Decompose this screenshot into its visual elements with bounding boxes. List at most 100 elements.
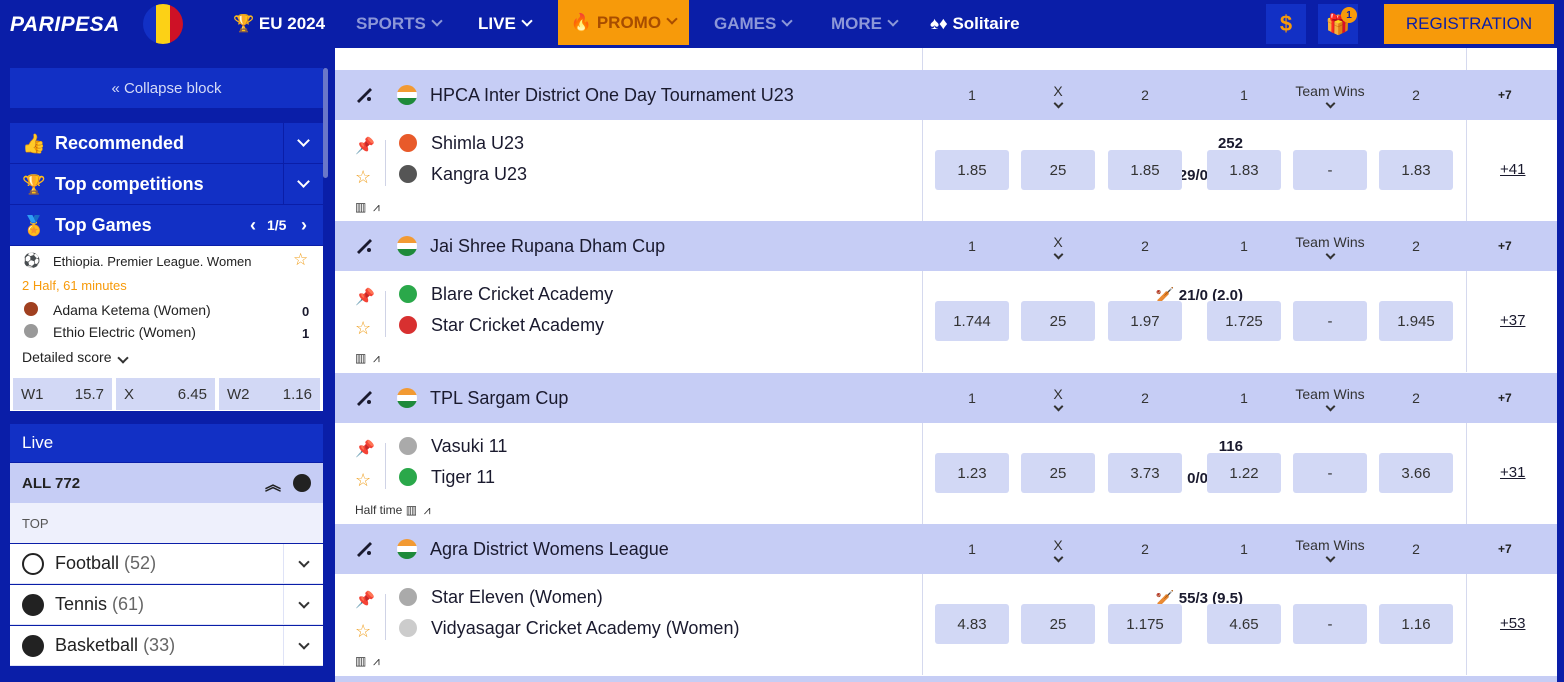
more-markets-count[interactable]: +7 <box>1498 88 1512 102</box>
line-chart-icon[interactable]: ⩘ <box>373 200 380 214</box>
top-competitions-section[interactable]: 🏆 Top competitions <box>10 164 323 204</box>
country-flag-icon[interactable] <box>143 4 183 44</box>
expand-button[interactable] <box>283 585 323 625</box>
sport-item-basketball[interactable]: Basketball (33) <box>10 626 323 666</box>
collapse-up-icon[interactable]: ︽ <box>265 471 281 495</box>
odd-button[interactable]: 3.73 <box>1108 453 1182 493</box>
expand-button[interactable] <box>283 544 323 584</box>
sport-item-football[interactable]: Football (52) <box>10 544 323 584</box>
more-markets-count[interactable]: +7 <box>1498 391 1512 405</box>
odd-button[interactable]: - <box>1293 150 1367 190</box>
bar-chart-icon[interactable]: ▥ <box>355 351 366 365</box>
next-arrow-icon[interactable]: › <box>301 215 307 236</box>
odd-button[interactable]: 25 <box>1021 150 1095 190</box>
match-row[interactable]: 📌 ☆ Blare Cricket Academy Star Cricket A… <box>335 271 1557 372</box>
team2-name[interactable]: Tiger 11 <box>431 467 495 488</box>
sport-item-tennis[interactable]: Tennis (61) <box>10 585 323 625</box>
team1-name[interactable]: Blare Cricket Academy <box>431 284 613 305</box>
more-bets-link[interactable]: +53 <box>1500 615 1525 632</box>
market-column-header[interactable]: Team Wins <box>1295 221 1365 271</box>
team2-name[interactable]: Vidyasagar Cricket Academy (Women) <box>431 618 739 639</box>
market-column-header[interactable]: Team Wins <box>1295 373 1365 423</box>
favorite-star-icon[interactable]: ☆ <box>355 621 371 642</box>
team2-name[interactable]: Kangra U23 <box>431 164 527 185</box>
sidebar-scrollbar[interactable] <box>323 68 328 178</box>
nav-promo[interactable]: 🔥 PROMO <box>558 0 689 45</box>
favorite-star-icon[interactable]: ☆ <box>355 167 371 188</box>
nav-live[interactable]: LIVE <box>478 14 533 34</box>
pin-icon[interactable]: 📌 <box>355 590 375 610</box>
collapse-block-button[interactable]: « Collapse block <box>10 68 323 108</box>
market-column-header[interactable]: X <box>1023 524 1093 574</box>
nav-games[interactable]: GAMES <box>714 14 794 34</box>
odd-button[interactable]: 1.83 <box>1207 150 1281 190</box>
odd-button[interactable]: 3.66 <box>1379 453 1453 493</box>
match-row[interactable]: 📌 ☆ Shimla U23 Kangra U23 252 🏏 29/0 (3.… <box>335 120 1557 221</box>
odd-button[interactable]: - <box>1293 301 1367 341</box>
nav-eu2024[interactable]: 🏆 EU 2024 <box>233 14 325 34</box>
bar-chart-icon[interactable]: ▥ <box>355 200 366 214</box>
all-live-row[interactable]: ALL 772 ︽ <box>10 463 323 503</box>
globe-icon[interactable] <box>293 474 311 492</box>
recommended-section[interactable]: 👍 Recommended <box>10 123 323 163</box>
team2-name[interactable]: Star Cricket Academy <box>431 315 604 336</box>
favorite-star-icon[interactable]: ☆ <box>293 250 308 270</box>
odd-button[interactable]: 1.22 <box>1207 453 1281 493</box>
match-row[interactable]: 📌 ☆ Star Eleven (Women) Vidyasagar Crick… <box>335 574 1557 675</box>
odd-button[interactable]: 1.744 <box>935 301 1009 341</box>
market-column-header[interactable]: Team Wins <box>1295 524 1365 574</box>
odd-button[interactable]: 25 <box>1021 453 1095 493</box>
more-bets-link[interactable]: +31 <box>1500 464 1525 481</box>
odd-button[interactable]: 25 <box>1021 604 1095 644</box>
expand-button[interactable] <box>283 123 323 163</box>
league-header[interactable]: TPL Sargam Cup 1 X 2 1 Team Wins 2 +7 <box>335 373 1557 423</box>
odd-button[interactable]: - <box>1293 604 1367 644</box>
market-column-header[interactable]: X <box>1023 221 1093 271</box>
line-chart-icon[interactable]: ⩘ <box>373 654 380 668</box>
nav-solitaire[interactable]: ♠♦ Solitaire <box>930 14 1020 34</box>
odd-button[interactable]: 1.85 <box>935 150 1009 190</box>
gift-button[interactable]: 🎁 1 <box>1318 4 1358 44</box>
prev-arrow-icon[interactable]: ‹ <box>250 215 256 236</box>
odd-button[interactable]: 1.97 <box>1108 301 1182 341</box>
more-bets-link[interactable]: +37 <box>1500 312 1525 329</box>
odd-button[interactable]: 1.175 <box>1108 604 1182 644</box>
team1-name[interactable]: Vasuki 11 <box>431 436 507 457</box>
bar-chart-icon[interactable]: ▥ <box>355 654 366 668</box>
logo[interactable]: PARIPESA <box>10 13 120 37</box>
market-column-header[interactable]: Team Wins <box>1295 70 1365 120</box>
league-header[interactable]: HPCA Inter District One Day Tournament U… <box>335 70 1557 120</box>
line-chart-icon[interactable]: ⩘ <box>424 503 431 517</box>
match-row[interactable]: 📌 ☆ Vasuki 11 Tiger 11 116 🏏 0/0 (0.1) H… <box>335 423 1557 524</box>
main-scrollbar[interactable] <box>1557 48 1564 682</box>
odd-x-button[interactable]: X 6.45 <box>116 378 215 410</box>
odd-button[interactable]: 1.23 <box>935 453 1009 493</box>
odd-button[interactable]: 1.83 <box>1379 150 1453 190</box>
expand-button[interactable] <box>283 626 323 666</box>
odd-button[interactable]: 1.945 <box>1379 301 1453 341</box>
pin-icon[interactable]: 📌 <box>355 287 375 307</box>
detailed-score-toggle[interactable]: Detailed score <box>22 349 130 365</box>
odd-w1-button[interactable]: W1 15.7 <box>13 378 112 410</box>
expand-button[interactable] <box>283 164 323 204</box>
team1-name[interactable]: Star Eleven (Women) <box>431 587 603 608</box>
deposit-button[interactable]: $ <box>1266 4 1306 44</box>
odd-button[interactable]: 1.16 <box>1379 604 1453 644</box>
nav-more[interactable]: MORE <box>831 14 899 34</box>
league-header[interactable]: Jai Shree Rupana Dham Cup 1 X 2 1 Team Wins 2 +… <box>335 221 1557 271</box>
team1-name[interactable]: Shimla U23 <box>431 133 524 154</box>
bar-chart-icon[interactable]: ▥ <box>406 503 417 517</box>
odd-button[interactable]: 4.83 <box>935 604 1009 644</box>
registration-button[interactable]: REGISTRATION <box>1384 4 1554 44</box>
more-markets-count[interactable]: +7 <box>1498 542 1512 556</box>
odd-w2-button[interactable]: W2 1.16 <box>219 378 320 410</box>
line-chart-icon[interactable]: ⩘ <box>373 351 380 365</box>
odd-button[interactable]: 1.85 <box>1108 150 1182 190</box>
pin-icon[interactable]: 📌 <box>355 136 375 156</box>
favorite-star-icon[interactable]: ☆ <box>355 318 371 339</box>
odd-button[interactable]: - <box>1293 453 1367 493</box>
odd-button[interactable]: 4.65 <box>1207 604 1281 644</box>
league-header[interactable]: Agra District Womens League 1 X 2 1 Team Wins… <box>335 524 1557 574</box>
favorite-star-icon[interactable]: ☆ <box>355 470 371 491</box>
market-column-header[interactable]: X <box>1023 373 1093 423</box>
